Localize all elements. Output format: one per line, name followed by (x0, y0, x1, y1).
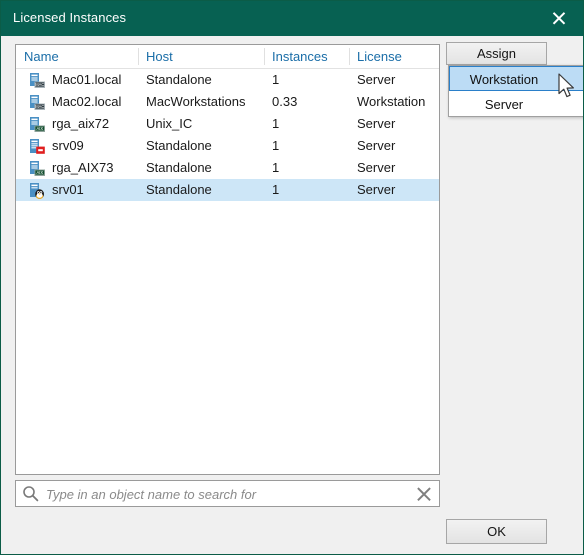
column-header-name[interactable]: Name (24, 49, 59, 64)
svg-text:AIX: AIX (36, 170, 43, 175)
cell-name: srv09 (52, 138, 84, 153)
cell-host: Standalone (146, 72, 212, 87)
cell-name: Mac01.local (52, 72, 122, 87)
table-row[interactable]: MAC Mac01.local Standalone 1 Server (16, 69, 439, 91)
linux-server-icon (29, 182, 46, 199)
cell-host: Standalone (146, 160, 212, 175)
menu-item-server[interactable]: Server (449, 91, 583, 116)
column-header-license[interactable]: License (357, 49, 402, 64)
cell-host: MacWorkstations (146, 94, 246, 109)
cell-host: Standalone (146, 138, 212, 153)
cell-name: rga_aix72 (52, 116, 110, 131)
table-row[interactable]: srv09 Standalone 1 Server (16, 135, 439, 157)
window-title: Licensed Instances (13, 10, 127, 25)
cell-license: Workstation (357, 94, 426, 109)
column-separator[interactable] (138, 48, 139, 65)
svg-text:AIX: AIX (36, 126, 43, 131)
search-box[interactable] (15, 480, 440, 508)
cell-license: Server (357, 138, 396, 153)
assign-button[interactable]: Assign (446, 42, 547, 65)
cell-host: Standalone (146, 182, 212, 197)
title-bar: Licensed Instances (1, 1, 583, 36)
list-header: Name Host Instances License (16, 45, 439, 69)
mac-server-icon: MAC (29, 94, 46, 111)
cell-instances: 1 (272, 160, 280, 175)
svg-text:MAC: MAC (35, 104, 44, 109)
instances-listbox[interactable]: Name Host Instances License MAC Mac01.loc… (15, 44, 440, 475)
cell-name: rga_AIX73 (52, 160, 114, 175)
cell-instances: 1 (272, 116, 280, 131)
menu-item-workstation[interactable]: Workstation (449, 66, 583, 91)
search-icon (22, 485, 39, 502)
ok-button[interactable]: OK (446, 519, 547, 544)
table-row[interactable]: AIX rga_aix72 Unix_IC 1 Server (16, 113, 439, 135)
cell-license: Server (357, 160, 396, 175)
search-input[interactable] (44, 481, 418, 508)
table-row[interactable]: srv01 Standalone 1 Server (16, 179, 439, 201)
column-header-instances[interactable]: Instances (272, 49, 328, 64)
cell-license: Server (357, 72, 396, 87)
column-separator[interactable] (349, 48, 350, 65)
cell-instances: 0.33 (272, 94, 298, 109)
cell-instances: 1 (272, 182, 280, 197)
server-error-icon (29, 138, 46, 155)
list-body: MAC Mac01.local Standalone 1 Server MAC Mac02.… (16, 69, 439, 474)
cell-name: srv01 (52, 182, 84, 197)
cell-host: Unix_IC (146, 116, 193, 131)
cell-instances: 1 (272, 138, 280, 153)
aix-server-icon: AIX (29, 160, 46, 177)
table-row[interactable]: MAC Mac02.local MacWorkstations 0.33 Worksta… (16, 91, 439, 113)
cell-name: Mac02.local (52, 94, 122, 109)
mac-server-icon: MAC (29, 72, 46, 89)
table-row[interactable]: AIX rga_AIX73 Standalone 1 Server (16, 157, 439, 179)
cell-instances: 1 (272, 72, 280, 87)
column-header-host[interactable]: Host (146, 49, 173, 64)
close-icon[interactable] (545, 5, 573, 31)
column-separator[interactable] (264, 48, 265, 65)
cell-license: Server (357, 116, 396, 131)
clear-icon[interactable] (415, 485, 433, 503)
svg-text:MAC: MAC (35, 82, 44, 87)
licensed-instances-dialog: Licensed Instances Name Host Instances L… (0, 0, 584, 555)
assign-dropdown-menu: Workstation Server (448, 65, 583, 117)
cell-license: Server (357, 182, 396, 197)
aix-server-icon: AIX (29, 116, 46, 133)
